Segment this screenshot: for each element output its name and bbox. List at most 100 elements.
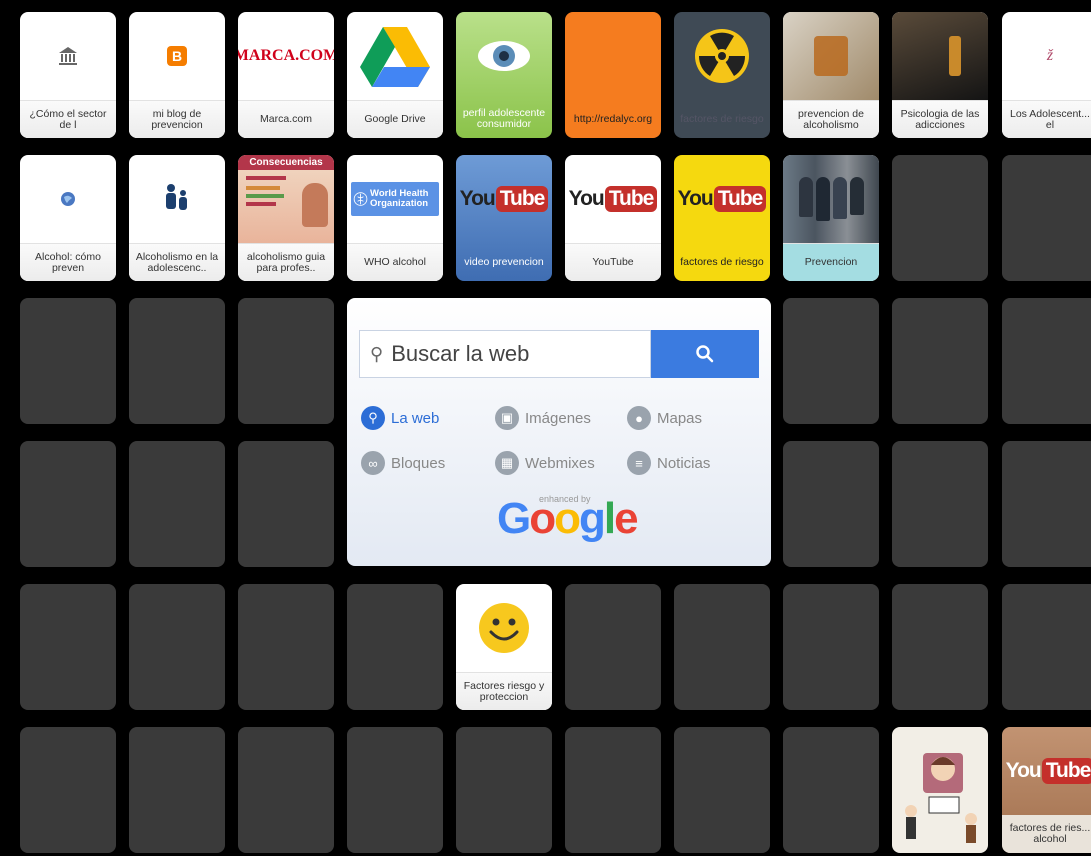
tile-blog[interactable]: B mi blog de prevencion [129,12,225,138]
tile-cartoon-video[interactable] [892,727,988,853]
youtube-logo: You Tube [456,155,552,243]
tile-label: mi blog de prevencion [129,100,225,138]
empty-tile[interactable] [20,584,116,710]
tile-label: Marca.com [238,100,334,138]
tile-factores-proteccion[interactable]: Factores riesgo y proteccion [456,584,552,710]
empty-tile[interactable] [20,441,116,567]
tile-label: alcoholismo guia para profes.. [238,243,334,281]
tile-psicologia[interactable]: Psicologia de las adicciones [892,12,988,138]
empty-tile[interactable] [129,441,225,567]
tile-alcoholismo-adolescencia[interactable]: Alcoholismo en la adolescenc.. [129,155,225,281]
marca-logo: MARCA.COM [238,47,334,64]
empty-tile[interactable] [1002,155,1091,281]
tile-factores-alcohol[interactable]: You Tube factores de ries... alcohol [1002,727,1091,853]
tile-google-drive[interactable]: Google Drive [347,12,443,138]
google-logo: Google [497,494,639,543]
empty-tile[interactable] [238,441,334,567]
empty-tile[interactable] [129,298,225,424]
youtube-logo: You Tube [674,155,770,243]
tile-redalyc[interactable]: http://redalyc.org [565,12,661,138]
globe-icon [20,155,116,243]
empty-tile[interactable] [20,727,116,853]
tile-alcohol-como-preven[interactable]: Alcohol: cómo preven [20,155,116,281]
empty-tile[interactable] [238,298,334,424]
search-input[interactable] [389,340,634,368]
google-drive-icon [347,12,443,100]
empty-tile[interactable] [1002,441,1091,567]
search-panel: ⚲ ⚲ La web ▣ Imágenes ● Mapas ∞ Bloques … [347,298,771,566]
tile-label: Los Adolescent... el [1002,100,1091,138]
empty-tile[interactable] [1002,584,1091,710]
tile-sector[interactable]: ¿Cómo el sector de l [20,12,116,138]
camera-icon: ▣ [495,406,519,430]
tile-perfil[interactable]: perfil adolescente consumidor [456,12,552,138]
tile-label: Prevencion [783,243,879,281]
tile-adolescentes[interactable]: ž Los Adolescent... el [1002,12,1091,138]
tile-youtube[interactable]: You Tube YouTube [565,155,661,281]
empty-tile[interactable] [783,727,879,853]
empty-tile[interactable] [347,584,443,710]
empty-tile[interactable] [674,727,770,853]
tile-label: Psicologia de las adicciones [892,100,988,138]
empty-tile[interactable] [892,584,988,710]
tile-label: http://redalyc.org [573,112,653,125]
tile-factores-riesgo-yt[interactable]: You Tube factores de riesgo [674,155,770,281]
tile-who-alcohol[interactable]: World Health Organization WHO alcohol [347,155,443,281]
empty-tile[interactable] [347,727,443,853]
tile-label: Google Drive [347,100,443,138]
tile-label: ¿Cómo el sector de l [20,100,116,138]
news-icon: ≡ [627,451,651,475]
empty-tile[interactable] [783,298,879,424]
option-la-web[interactable]: ⚲ La web [361,406,439,430]
search-icon: ⚲ [361,406,385,430]
search-icon: ⚲ [370,343,384,364]
empty-tile[interactable] [892,298,988,424]
empty-tile[interactable] [238,584,334,710]
empty-tile[interactable] [674,584,770,710]
empty-tile[interactable] [783,584,879,710]
empty-tile[interactable] [892,441,988,567]
option-imagenes[interactable]: ▣ Imágenes [495,406,591,430]
empty-tile[interactable] [892,155,988,281]
tile-label: WHO alcohol [347,243,443,281]
cartoon-thumbnail [892,727,988,853]
smiley-icon [456,584,552,672]
tile-label: video prevencion [464,255,544,268]
who-logo: World Health Organization [347,155,443,243]
search-icon [696,345,714,363]
tile-label: Factores riesgo y proteccion [456,672,552,710]
empty-tile[interactable] [129,584,225,710]
empty-tile[interactable] [565,584,661,710]
tile-prevencion-alcoholismo[interactable]: prevencion de alcoholismo [783,12,879,138]
tile-label: Alcohol: cómo preven [20,243,116,281]
tile-label: factores de riesgo [680,112,764,125]
tile-label: factores de ries... alcohol [1002,815,1091,853]
tile-label: prevencion de alcoholismo [783,100,879,138]
script-icon: ž [1046,47,1054,64]
empty-tile[interactable] [783,441,879,567]
tile-label: YouTube [565,243,661,281]
empty-tile[interactable] [238,727,334,853]
webmix-icon: ▦ [495,451,519,475]
tile-factores-riesgo[interactable]: factores de riesgo [674,12,770,138]
link-icon: ∞ [361,451,385,475]
option-bloques[interactable]: ∞ Bloques [361,451,445,475]
option-noticias[interactable]: ≡ Noticias [627,451,710,475]
empty-tile[interactable] [20,298,116,424]
empty-tile[interactable] [129,727,225,853]
tile-guia-profes[interactable]: Consecuencias alcoholismo guia para prof… [238,155,334,281]
option-mapas[interactable]: ● Mapas [627,406,702,430]
tile-prevencion[interactable]: Prevencion [783,155,879,281]
empty-tile[interactable] [565,727,661,853]
empty-tile[interactable] [1002,298,1091,424]
tile-label: perfil adolescente consumidor [462,107,546,130]
search-button[interactable] [651,330,759,378]
blogger-icon: B [129,12,225,100]
radiation-icon [674,12,770,100]
option-webmixes[interactable]: ▦ Webmixes [495,451,595,475]
tile-label: Alcoholismo en la adolescenc.. [129,243,225,281]
tile-video-prevencion[interactable]: You Tube video prevencion [456,155,552,281]
map-pin-icon: ● [627,406,651,430]
tile-marca[interactable]: MARCA.COM Marca.com [238,12,334,138]
empty-tile[interactable] [456,727,552,853]
